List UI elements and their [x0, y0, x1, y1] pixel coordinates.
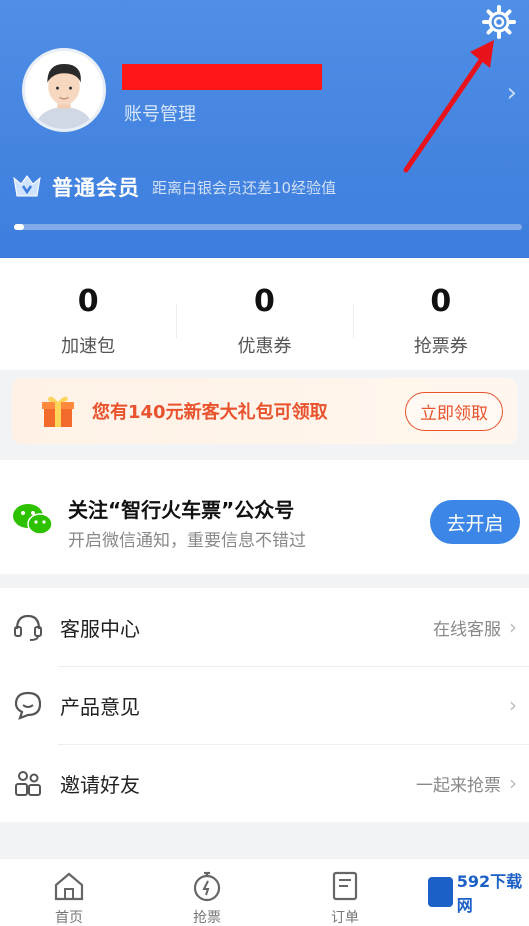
wechat-card-title: 关注“智行火车票”公众号: [68, 498, 295, 522]
menu-extra-text: 在线客服: [433, 619, 501, 640]
stopwatch-icon: [193, 871, 221, 902]
claim-now-button[interactable]: 立即领取: [405, 391, 503, 431]
avatar[interactable]: [22, 48, 106, 132]
menu-item-customer-service[interactable]: 客服中心 在线客服 ›: [0, 588, 529, 666]
membership-row[interactable]: 普通会员 距离白银会员还差10经验值: [12, 172, 336, 202]
tab-orders[interactable]: 订单: [276, 859, 414, 926]
menu-item-feedback[interactable]: 产品意见 ›: [0, 666, 529, 744]
wechat-icon: [13, 504, 53, 535]
wallet-stats: 0 加速包 0 优惠券 0 抢票券: [0, 258, 529, 370]
account-management-link[interactable]: 账号管理: [124, 100, 196, 126]
stat-value: 0: [254, 284, 275, 319]
red-annotation-arrow-icon: [403, 40, 494, 173]
chevron-right-icon: ›: [509, 693, 517, 717]
feedback-icon: [14, 691, 42, 720]
menu-extra-text: 一起来抢票: [416, 775, 501, 796]
stat-value: 0: [77, 284, 99, 319]
friends-icon: [15, 771, 41, 796]
stat-label: 优惠券: [237, 336, 292, 357]
menu-label: 产品意见: [60, 694, 140, 719]
tab-label: 首页: [55, 910, 83, 926]
wechat-card-subtitle: 开启微信通知，重要信息不错过: [68, 531, 306, 551]
tab-grab-tickets[interactable]: 抢票: [138, 859, 276, 926]
membership-progress-text: 距离白银会员还差10经验值: [152, 178, 337, 197]
menu-label: 邀请好友: [60, 772, 140, 797]
menu-label: 客服中心: [60, 616, 140, 641]
membership-level: 普通会员: [52, 176, 140, 200]
order-icon: [332, 871, 358, 901]
member-crown-icon: [13, 175, 41, 197]
stat-label: 加速包: [61, 336, 116, 357]
service-menu: 客服中心 在线客服 › 产品意见 › 邀请好友 一起来抢票 ›: [0, 588, 529, 822]
promo-text: 您有140元新客大礼包可领取: [92, 402, 328, 423]
chevron-right-icon: ›: [509, 615, 517, 639]
membership-progress-bar: [14, 224, 522, 230]
stat-value: 0: [430, 284, 452, 319]
watermark-logo-icon: [428, 877, 453, 907]
menu-item-invite-friends[interactable]: 邀请好友 一起来抢票 ›: [0, 744, 529, 822]
membership-progress-fill: [14, 224, 24, 230]
tab-label: 订单: [331, 910, 359, 926]
gift-box-icon: [42, 396, 74, 427]
stat-speed-pack[interactable]: 0 加速包: [0, 258, 176, 370]
chevron-right-icon: ›: [509, 771, 517, 795]
stat-ticket-vouchers[interactable]: 0 抢票券: [352, 258, 529, 370]
tab-label: 抢票: [193, 910, 221, 926]
stat-label: 抢票券: [413, 336, 468, 357]
new-user-gift-banner[interactable]: 您有140元新客大礼包可领取 立即领取: [12, 378, 517, 444]
enable-wechat-button[interactable]: 去开启: [430, 500, 520, 544]
profile-header: 账号管理 › 普通会员 距离白银会员还差10经验值: [0, 0, 529, 258]
headset-icon: [14, 614, 42, 641]
avatar-portrait-icon: [25, 51, 103, 129]
stat-coupons[interactable]: 0 优惠券: [176, 258, 352, 370]
site-watermark: 592下载网: [424, 872, 524, 915]
watermark-text: 592下载网: [456, 872, 523, 915]
home-icon: [54, 872, 84, 901]
tab-home[interactable]: 首页: [0, 859, 138, 926]
username-redacted: [122, 64, 322, 90]
